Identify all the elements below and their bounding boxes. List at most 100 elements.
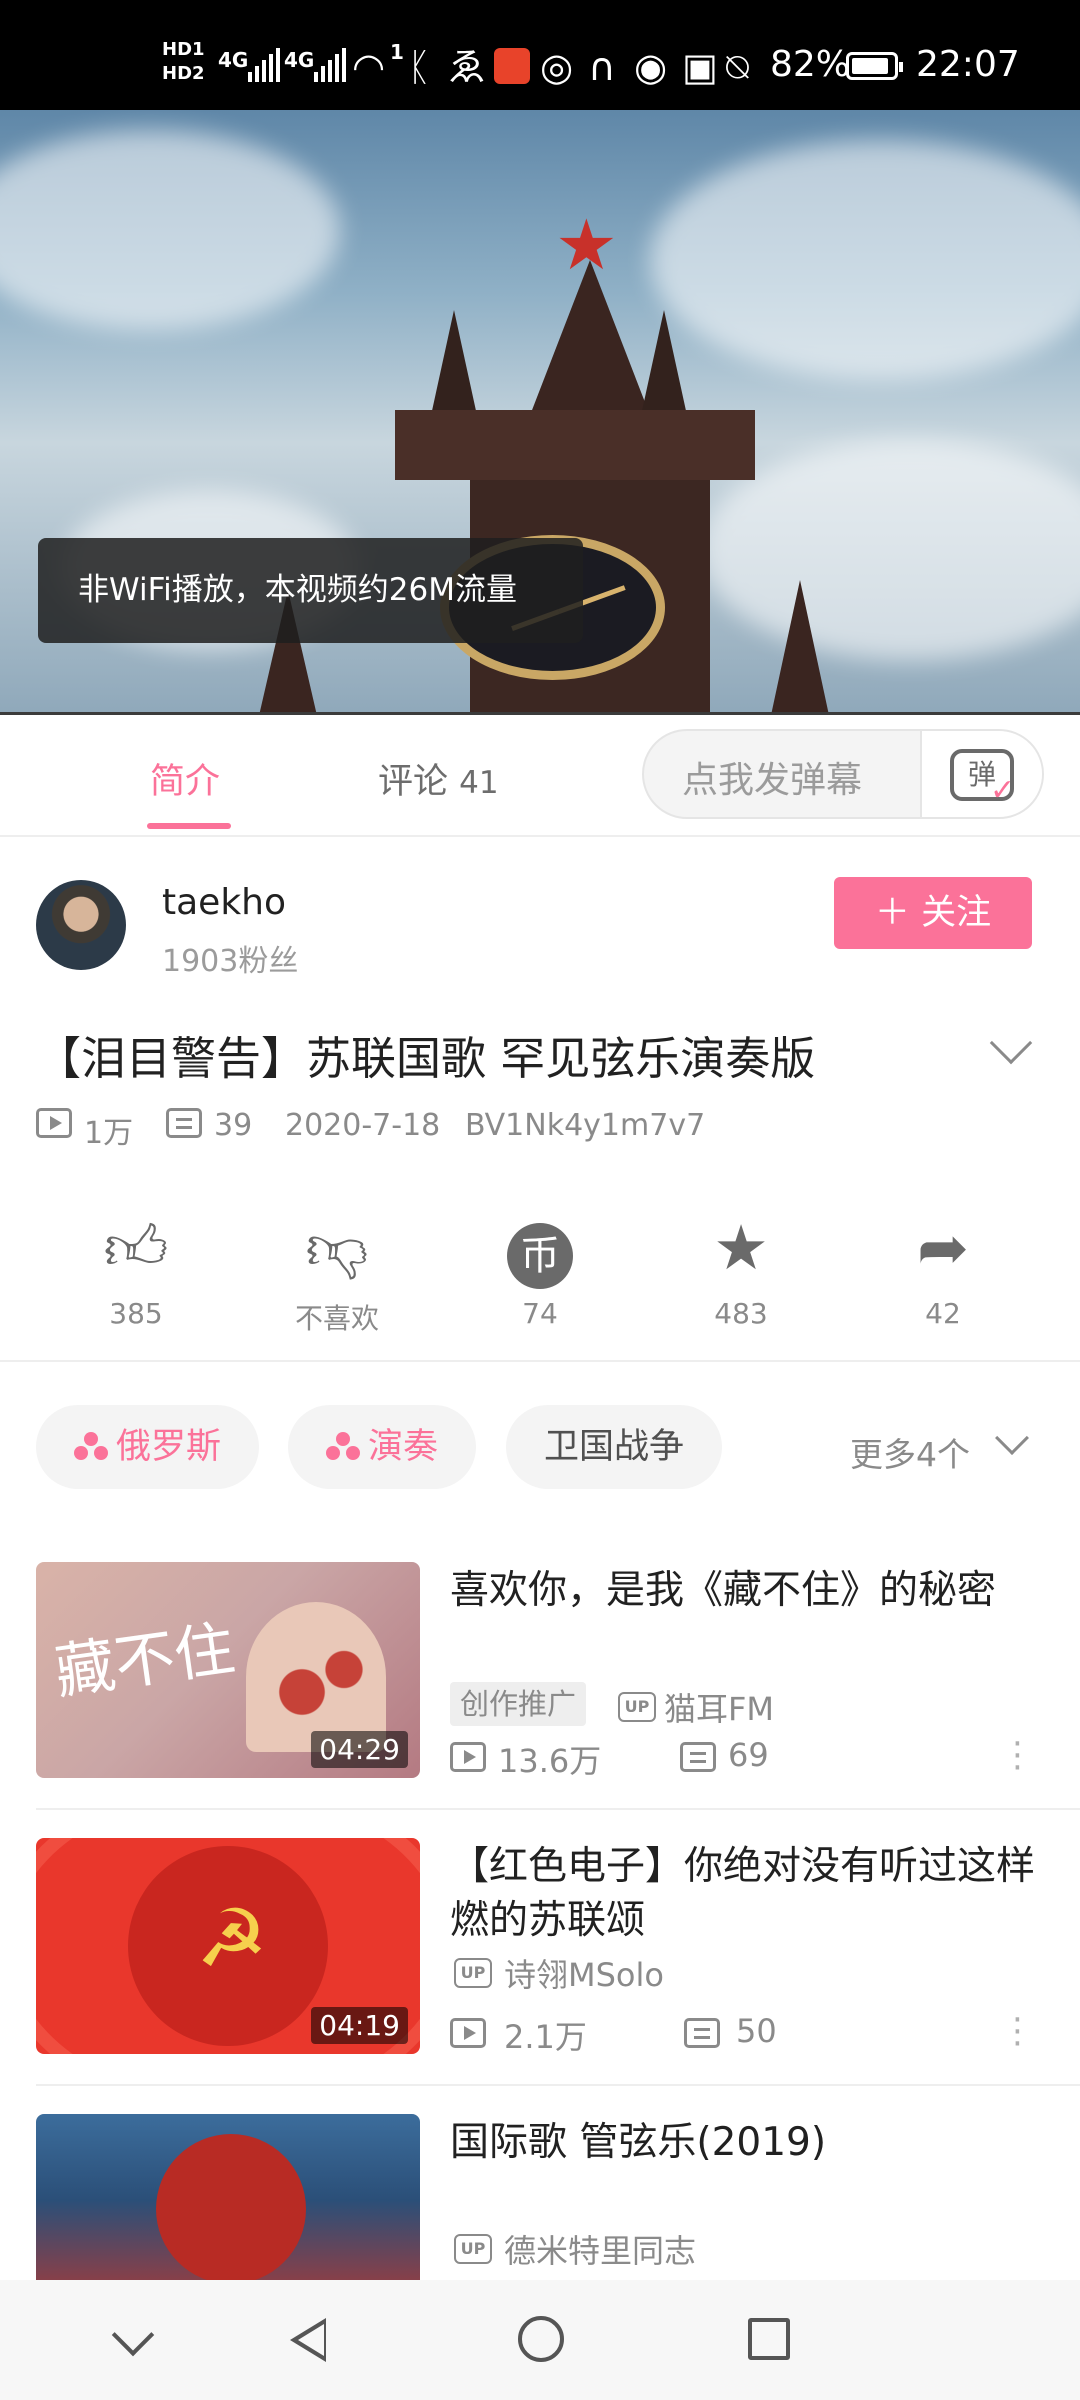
related-video-card[interactable]: ☭ 04:19 【红色电子】你绝对没有听过这样燃的苏联颂 UP 诗翎MSolo … <box>0 1838 1080 2114</box>
video-title: 【泪目警告】苏联国歌 罕见弦乐演奏版 <box>36 1032 816 1085</box>
tower-turret <box>430 310 478 420</box>
favorite-count: 483 <box>714 1297 768 1330</box>
wifi-sub: 1 <box>390 40 404 64</box>
mute-icon: ⍉ <box>726 45 749 89</box>
thumbs-down-icon: 👎︎ <box>305 1211 369 1284</box>
divider <box>36 1808 1080 1810</box>
related-video-card[interactable]: 国际歌 管弦乐(2019) UP 德米特里同志 <box>0 2114 1080 2280</box>
tag-chip[interactable]: 演奏 <box>288 1405 477 1489</box>
back-icon[interactable] <box>290 2318 326 2362</box>
danmaku-toggle-button[interactable]: 弹 ✓ <box>920 731 1042 817</box>
hammer-sickle-icon: ☭ <box>196 1892 268 1985</box>
status-bar: HD1 HD2 4G 4G ◠ 1 ᛕ ゑ ◎ ∩ ◉ ▣ ⍉ 82% 22:07 <box>0 0 1080 110</box>
related-danmaku: 50 <box>736 2012 777 2050</box>
wifi-icon: ◠ <box>352 45 386 89</box>
chevron-down-icon[interactable] <box>989 1021 1033 1065</box>
follow-button[interactable]: ＋ 关注 <box>834 877 1032 949</box>
related-video-title: 【红色电子】你绝对没有听过这样燃的苏联颂 <box>450 1844 1036 1943</box>
play-count-icon <box>450 1742 486 1772</box>
more-tags-button[interactable]: 更多4个 <box>850 1428 970 1476</box>
more-options-icon[interactable]: · · · <box>1012 1727 1023 1785</box>
danmaku-count-icon <box>680 1742 716 1772</box>
tag-label: 演奏 <box>368 1427 439 1467</box>
tab-bar: 简介 评论 41 点我发弹幕 弹 ✓ <box>0 715 1080 835</box>
related-uploader: 猫耳FM <box>664 1690 775 1728</box>
danmaku-placeholder: 点我发弹幕 <box>682 760 863 801</box>
data-usage-toast: 非WiFi播放，本视频约26M流量 <box>38 538 583 643</box>
recent-apps-icon[interactable] <box>748 2318 790 2360</box>
divider <box>0 835 1080 837</box>
home-icon[interactable] <box>518 2316 564 2362</box>
side-spire <box>770 580 830 715</box>
collapse-nav-icon[interactable] <box>111 2313 155 2357</box>
more-options-icon[interactable]: · · · <box>1012 2003 1023 2061</box>
tag-chip[interactable]: 俄罗斯 <box>36 1405 260 1489</box>
video-player[interactable]: ★ 非WiFi播放，本视频约26M流量 <box>0 110 1080 715</box>
hd-indicator: HD1 HD2 <box>162 39 205 84</box>
danmaku-input[interactable]: 点我发弹幕 弹 ✓ <box>642 729 1044 819</box>
tab-comments[interactable]: 评论 41 <box>378 753 499 804</box>
play-count-icon <box>450 2018 486 2048</box>
chevron-down-icon[interactable] <box>995 1421 1029 1455</box>
tag-chip[interactable]: 卫国战争 <box>506 1405 723 1489</box>
coin-button[interactable]: 币 74 <box>475 1210 605 1330</box>
follow-label: 关注 <box>921 893 992 933</box>
favorite-button[interactable]: ★ 483 <box>676 1210 806 1330</box>
eye-icon: ◉ <box>634 45 668 89</box>
tab-comments-label: 评论 <box>378 762 449 802</box>
video-cloud <box>700 440 1080 660</box>
tower-turret <box>640 310 688 420</box>
video-thumbnail: 藏不住 04:29 <box>36 1562 420 1778</box>
video-duration: 04:19 <box>311 2007 408 2044</box>
star-icon: ★ <box>713 1211 769 1284</box>
battery-percent: 82% <box>770 44 851 85</box>
related-danmaku: 69 <box>728 1736 769 1774</box>
headset-icon: ∩ <box>588 45 616 89</box>
share-button[interactable]: ➦ 42 <box>878 1210 1008 1330</box>
alipay-icon: ゑ <box>448 45 487 89</box>
video-cloud <box>0 130 340 330</box>
uploader-name[interactable]: taekho <box>162 882 286 923</box>
signal-icon-2 <box>314 46 346 82</box>
danmaku-count-icon <box>684 2018 720 2048</box>
related-views: 2.1万 <box>504 2018 587 2056</box>
danmaku-count: 39 <box>214 1108 253 1143</box>
up-icon: UP <box>454 2234 492 2264</box>
network-type-2: 4G <box>284 48 315 72</box>
share-arrow-icon: ➦ <box>917 1211 969 1284</box>
thumbnail-figure <box>156 2134 306 2280</box>
like-button[interactable]: 👍︎ 385 <box>71 1210 201 1330</box>
nfc-icon: ▣ <box>682 45 718 89</box>
related-uploader: 诗翎MSolo <box>504 1956 664 1994</box>
location-icon: ◎ <box>540 45 574 89</box>
channel-dots-icon <box>326 1432 360 1460</box>
clock-time: 22:07 <box>916 44 1020 85</box>
k-app-icon: ᛕ <box>408 45 431 89</box>
avatar[interactable] <box>36 880 126 970</box>
view-count: 1万 <box>84 1116 134 1151</box>
related-uploader: 德米特里同志 <box>504 2232 697 2270</box>
video-thumbnail: ☭ 04:19 <box>36 1838 420 2054</box>
system-nav-bar <box>0 2280 1080 2400</box>
app-badge-icon <box>494 48 530 84</box>
tower-gallery <box>395 410 755 480</box>
network-type-1: 4G <box>218 48 249 72</box>
dislike-button[interactable]: 👎︎ 不喜欢 <box>272 1210 402 1337</box>
related-views: 13.6万 <box>498 1742 602 1780</box>
tab-active-indicator <box>147 823 231 829</box>
tag-label: 俄罗斯 <box>116 1427 222 1467</box>
up-icon: UP <box>618 1692 656 1722</box>
like-count: 385 <box>109 1297 163 1330</box>
signal-icon-1 <box>248 46 280 82</box>
coin-icon: 币 <box>507 1223 573 1289</box>
video-duration: 04:29 <box>311 1731 408 1768</box>
tab-comments-count: 41 <box>459 765 499 801</box>
tab-intro[interactable]: 简介 <box>150 753 220 804</box>
dislike-label: 不喜欢 <box>294 1302 379 1335</box>
plus-icon: ＋ <box>874 893 910 933</box>
related-video-title: 国际歌 管弦乐(2019) <box>450 2120 827 2165</box>
thumbnail-text: 藏不住 <box>50 1613 239 1709</box>
play-count-icon <box>36 1108 72 1138</box>
related-video-card[interactable]: 藏不住 04:29 喜欢你，是我《藏不住》的秘密 创作推广 UP 猫耳FM 13… <box>0 1562 1080 1838</box>
uploader-fans: 1903粉丝 <box>162 944 299 979</box>
